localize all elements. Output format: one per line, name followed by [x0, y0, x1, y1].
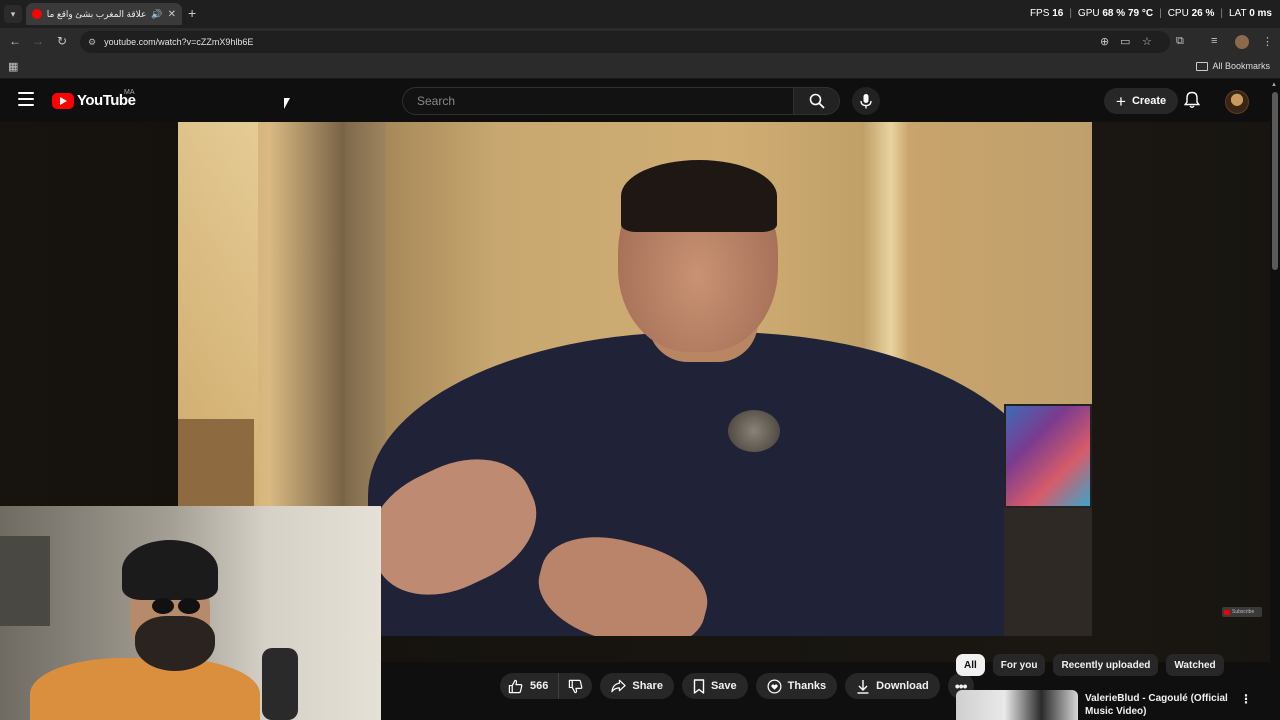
thumbs-up-icon	[508, 679, 523, 693]
share-label: Share	[632, 680, 663, 692]
bookmark-icon	[693, 678, 705, 694]
share-icon	[611, 679, 627, 693]
reload-icon[interactable]: ↻	[54, 34, 70, 48]
all-bookmarks-button[interactable]: All Bookmarks	[1196, 61, 1270, 71]
save-label: Save	[710, 680, 737, 692]
youtube-masthead: YouTube MA + Create	[0, 79, 1280, 122]
create-label: Create	[1131, 95, 1167, 107]
cpu-stat: CPU 26 %	[1167, 8, 1215, 19]
folder-icon	[1196, 61, 1209, 71]
super-thanks-icon	[767, 679, 782, 693]
watermark-label: Subscribe	[1232, 609, 1255, 615]
extensions-icon[interactable]: ⧉	[1176, 35, 1184, 48]
bookmarks-bar: ▦ All Bookmarks	[0, 56, 1280, 79]
recommended-video[interactable]: ValerieBlud - Cagoulé (Official Music Vi…	[956, 690, 1256, 720]
youtube-favicon-icon	[32, 9, 42, 19]
download-button[interactable]: Download	[845, 673, 940, 699]
chip-recently-uploaded[interactable]: Recently uploaded	[1053, 654, 1159, 676]
account-avatar[interactable]	[1225, 90, 1249, 114]
gpu-stat: GPU 68 % 79 °C	[1077, 8, 1154, 19]
more-options-icon[interactable]: ⋮	[1240, 692, 1252, 706]
plus-icon: +	[1116, 91, 1126, 111]
scroll-up-arrow-icon[interactable]: ▲	[1271, 82, 1277, 88]
all-bookmarks-label: All Bookmarks	[1212, 61, 1270, 71]
tab-close-icon[interactable]: ✕	[168, 9, 176, 20]
video-actions-bar: 566 Share Save Thanks Download •••	[500, 673, 974, 699]
notifications-bell-icon[interactable]	[1184, 91, 1200, 109]
related-filter-chips: All For you Recently uploaded Watched	[956, 654, 1224, 676]
voice-search-button[interactable]	[852, 87, 880, 115]
media-controls-icon[interactable]: ≡	[1211, 35, 1217, 47]
browser-profile-avatar[interactable]	[1235, 35, 1249, 49]
browser-tab[interactable]: علاقة المغرب بشئ واقع ما ي... 🔊 ✕	[26, 3, 182, 25]
fps-stat: FPS 16	[1029, 8, 1064, 19]
new-tab-icon[interactable]: +	[188, 5, 196, 21]
scrollbar-thumb[interactable]	[1272, 92, 1278, 270]
thumbs-down-icon	[569, 679, 583, 693]
search-button[interactable]	[794, 87, 840, 115]
tab-search-icon[interactable]: ▾	[4, 5, 22, 23]
dislike-button[interactable]	[559, 673, 592, 699]
download-label: Download	[876, 680, 929, 692]
cast-icon[interactable]: ▭	[1120, 35, 1130, 48]
search-icon	[809, 93, 825, 109]
youtube-play-logo-icon	[52, 92, 74, 109]
browser-menu-icon[interactable]: ⋮	[1262, 35, 1273, 48]
webcam-overlay	[0, 506, 381, 720]
desk-microphone	[262, 648, 298, 720]
tab-audio-icon[interactable]: 🔊	[151, 9, 162, 20]
bookmark-star-icon[interactable]: ☆	[1142, 35, 1152, 48]
share-button[interactable]: Share	[600, 673, 674, 699]
chip-watched[interactable]: Watched	[1166, 654, 1224, 676]
lat-stat: LAT 0 ms	[1229, 8, 1272, 19]
address-bar[interactable]: ⚙ youtube.com/watch?v=cZZmX9hlb6E ⊕ ▭ ☆	[80, 31, 1170, 53]
apps-grid-icon[interactable]: ▦	[8, 60, 18, 73]
create-button[interactable]: + Create	[1104, 88, 1179, 114]
back-icon[interactable]: ←	[7, 34, 23, 48]
browser-toolbar: ← → ↻ ⚙ youtube.com/watch?v=cZZmX9hlb6E …	[0, 28, 1280, 56]
chip-all[interactable]: All	[956, 654, 985, 676]
site-info-icon[interactable]: ⚙	[88, 37, 96, 48]
beanie	[122, 540, 218, 600]
youtube-mini-icon	[1224, 609, 1230, 615]
like-button[interactable]: 566	[500, 673, 560, 699]
browser-tab-strip: ▾ علاقة المغرب بشئ واقع ما ي... 🔊 ✕ + FP…	[0, 0, 1280, 28]
background-tv	[1004, 404, 1092, 508]
zoom-icon[interactable]: ⊕	[1100, 35, 1109, 48]
like-dislike-group: 566	[500, 673, 593, 699]
performance-overlay: FPS 16 | GPU 68 % 79 °C | CPU 26 % | LAT…	[1029, 8, 1272, 19]
youtube-logo[interactable]: YouTube	[52, 92, 136, 109]
search-box	[402, 87, 801, 115]
url-text[interactable]: youtube.com/watch?v=cZZmX9hlb6E	[104, 37, 253, 47]
lavalier-microphone	[728, 410, 780, 452]
hamburger-menu-icon[interactable]	[18, 92, 34, 106]
recommended-video-thumbnail[interactable]	[956, 690, 1078, 720]
tab-title: علاقة المغرب بشئ واقع ما ي...	[47, 8, 147, 19]
thanks-label: Thanks	[787, 680, 827, 692]
download-icon	[857, 679, 869, 694]
microphone-icon	[860, 94, 872, 109]
forward-icon[interactable]: →	[30, 34, 46, 48]
mouse-cursor-icon	[284, 98, 290, 109]
search-input[interactable]	[403, 88, 801, 114]
chip-for-you[interactable]: For you	[992, 654, 1046, 676]
country-code: MA	[124, 89, 135, 96]
thanks-button[interactable]: Thanks	[755, 673, 838, 699]
recommended-video-title[interactable]: ValerieBlud - Cagoulé (Official Music Vi…	[1085, 692, 1235, 718]
save-button[interactable]: Save	[681, 673, 748, 699]
channel-watermark[interactable]: Subscribe	[1222, 607, 1262, 617]
like-count: 566	[530, 680, 549, 692]
